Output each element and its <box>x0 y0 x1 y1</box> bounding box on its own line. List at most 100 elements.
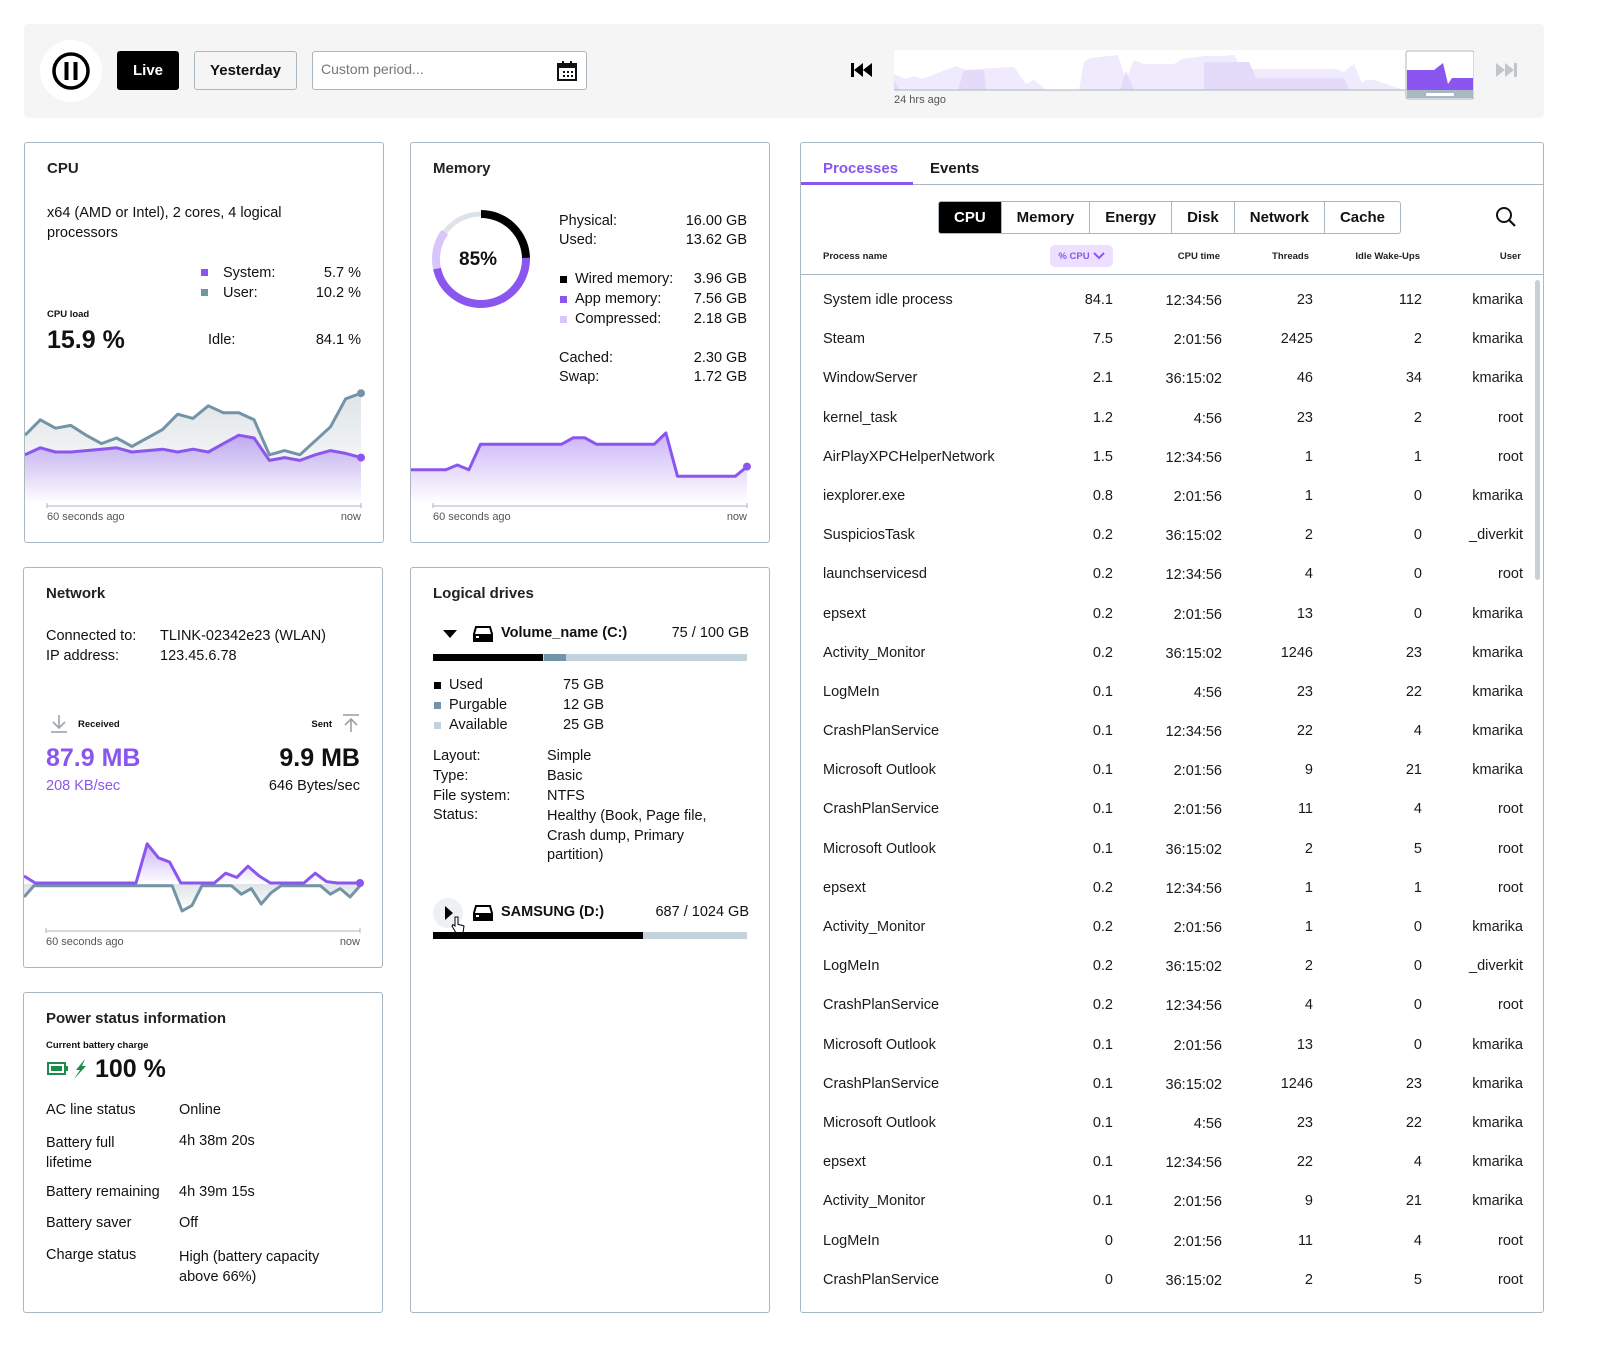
network-current-point <box>356 879 364 887</box>
table-row[interactable]: epsext 0.2 12:34:56 1 1 root <box>801 868 1531 907</box>
custom-period-input[interactable] <box>321 61 541 77</box>
process-table-scrollbar[interactable] <box>1535 280 1540 580</box>
table-row[interactable]: CrashPlanService 0.1 12:34:56 22 4 kmarika <box>801 711 1531 750</box>
table-row[interactable]: Microsoft Outlook 0.1 4:56 23 22 kmarika <box>801 1103 1531 1142</box>
column-header-threads[interactable]: Threads <box>1272 251 1309 262</box>
battery-charge-value: 100 % <box>95 1055 166 1083</box>
segment-cache[interactable]: Cache <box>1323 202 1400 233</box>
timeline-start-label: 24 hrs ago <box>894 94 946 106</box>
table-row[interactable]: LogMeIn 0.2 36:15:02 2 0 _diverkit <box>801 946 1531 985</box>
column-header-process-name[interactable]: Process name <box>823 251 887 262</box>
drive-c-header[interactable]: Volume_name (C:) 75 / 100 GB <box>433 624 749 646</box>
idle-wakeups-cell: 1 <box>1413 879 1422 896</box>
table-row[interactable]: Activity_Monitor 0.2 36:15:02 1246 23 kmarika <box>801 633 1531 672</box>
segment-energy[interactable]: Energy <box>1089 202 1171 233</box>
column-header-user[interactable]: User <box>1500 251 1521 262</box>
table-row[interactable]: Microsoft Outlook 0.1 2:01:56 9 21 kmarika <box>801 750 1531 789</box>
memory-chart <box>411 431 751 508</box>
table-row[interactable]: AirPlayXPCHelperNetwork 1.5 12:34:56 1 1 root <box>801 437 1531 476</box>
tab-processes[interactable]: Processes <box>823 160 898 177</box>
table-row[interactable]: Microsoft Outlook 0.1 2:01:56 13 0 kmarika <box>801 1025 1531 1064</box>
table-row[interactable]: Microsoft Outlook 0.1 36:15:02 2 5 root <box>801 829 1531 868</box>
drive-c-usage-bar <box>433 654 747 661</box>
user-label: User: <box>223 285 258 301</box>
segment-disk[interactable]: Disk <box>1171 202 1234 233</box>
table-row[interactable]: LogMeIn 0.1 4:56 23 22 kmarika <box>801 672 1531 711</box>
cpu-time-cell: 2:01:56 <box>1173 920 1222 936</box>
compressed-legend-swatch <box>560 316 567 323</box>
network-received-series-line <box>24 842 360 885</box>
yesterday-button[interactable]: Yesterday <box>194 51 297 90</box>
segment-cpu[interactable]: CPU <box>939 202 1001 233</box>
process-name-cell: Activity_Monitor <box>823 1193 926 1210</box>
threads-cell: 1 <box>1304 919 1313 935</box>
active-tab-indicator <box>801 182 913 185</box>
process-name-cell: AirPlayXPCHelperNetwork <box>823 448 995 465</box>
table-row[interactable]: LogMeIn 0 2:01:56 11 4 root <box>801 1221 1531 1260</box>
table-row[interactable]: CrashPlanService 0 36:15:02 2 5 root <box>801 1260 1531 1299</box>
table-row[interactable]: epsext 0.1 12:34:56 22 4 kmarika <box>801 1142 1531 1181</box>
process-name-cell: WindowServer <box>823 370 918 387</box>
drive-c-used-segment <box>433 654 543 661</box>
idle-wakeups-cell: 4 <box>1413 1232 1422 1249</box>
cpu-title: CPU <box>47 160 79 177</box>
physical-label: Physical: <box>559 213 618 229</box>
table-row[interactable]: epsext 0.2 2:01:56 13 0 kmarika <box>801 594 1531 633</box>
power-row-label: Battery full lifetime <box>46 1135 115 1171</box>
cached-value: 2.30 GB <box>693 350 747 366</box>
column-header-cpu-time[interactable]: CPU time <box>1178 251 1220 262</box>
status-label: Status: <box>433 807 479 823</box>
process-table-body: System idle process 84.1 12:34:56 23 112 kmar… <box>801 280 1531 1299</box>
cpu-time-cell: 2:01:56 <box>1173 1233 1222 1250</box>
cpu-time-cell: 12:34:56 <box>1165 724 1222 741</box>
segment-network[interactable]: Network <box>1233 202 1324 233</box>
cpu-time-cell: 2:01:56 <box>1173 1037 1222 1054</box>
table-row[interactable]: kernel_task 1.2 4:56 23 2 root <box>801 398 1531 437</box>
cpu-time-cell: 36:15:02 <box>1165 959 1222 976</box>
idle-wakeups-cell: 0 <box>1413 997 1422 1014</box>
table-row[interactable]: Steam 7.5 2:01:56 2425 2 kmarika <box>801 319 1531 358</box>
skip-to-start-icon[interactable] <box>850 61 874 79</box>
cpu-time-cell: 12:34:56 <box>1165 998 1222 1015</box>
table-row[interactable]: CrashPlanService 0.1 36:15:02 1246 23 kmarika <box>801 1064 1531 1103</box>
timeline-overview[interactable] <box>894 50 1474 100</box>
skip-to-end-icon[interactable] <box>1494 61 1518 79</box>
calendar-icon[interactable] <box>556 60 578 82</box>
table-row[interactable]: Activity_Monitor 0.1 2:01:56 9 21 kmarika <box>801 1181 1531 1220</box>
table-row[interactable]: launchservicesd 0.2 12:34:56 4 0 root <box>801 554 1531 593</box>
search-icon[interactable] <box>1495 206 1517 228</box>
collapse-chevron-icon[interactable] <box>443 630 457 639</box>
cpu-time-cell: 36:15:02 <box>1165 371 1222 388</box>
table-row[interactable]: iexplorer.exe 0.8 2:01:56 1 0 kmarika <box>801 476 1531 515</box>
cpu-percent-cell: 0.1 <box>1092 840 1113 857</box>
cpu-percent-cell: 0.1 <box>1092 1036 1113 1053</box>
cpu-time-cell: 2:01:56 <box>1173 802 1222 819</box>
table-row[interactable]: Activity_Monitor 0.2 2:01:56 1 0 kmarika <box>801 907 1531 946</box>
process-name-cell: Microsoft Outlook <box>823 762 936 779</box>
cpu-percent-cell: 0.8 <box>1092 487 1113 504</box>
type-value: Basic <box>547 768 583 784</box>
process-name-cell: LogMeIn <box>823 1232 880 1249</box>
live-button[interactable]: Live <box>117 51 179 90</box>
table-row[interactable]: CrashPlanService 0.2 12:34:56 4 0 root <box>801 985 1531 1024</box>
power-status-card: Power status information Current battery… <box>23 992 383 1313</box>
table-row[interactable]: System idle process 84.1 12:34:56 23 112 kmar… <box>801 280 1531 319</box>
table-row[interactable]: SuspiciosTask 0.2 36:15:02 2 0 _diverkit <box>801 515 1531 554</box>
drive-d-usage: 687 / 1024 GB <box>655 904 749 920</box>
type-label: Type: <box>433 768 469 784</box>
column-header-cpu-percent[interactable]: % CPU <box>1050 245 1113 267</box>
drive-d-usage-bar <box>433 932 747 939</box>
user-cell: root <box>1498 840 1523 857</box>
segment-memory[interactable]: Memory <box>1000 202 1090 233</box>
custom-period-field[interactable] <box>312 51 587 90</box>
table-row[interactable]: CrashPlanService 0.1 2:01:56 11 4 root <box>801 789 1531 828</box>
tab-events[interactable]: Events <box>930 160 979 177</box>
charging-bolt-icon <box>74 1059 86 1079</box>
swap-label: Swap: <box>559 369 600 385</box>
pause-button[interactable] <box>40 40 102 102</box>
table-row[interactable]: WindowServer 2.1 36:15:02 46 34 kmarika <box>801 358 1531 397</box>
idle-wakeups-cell: 1 <box>1413 448 1422 465</box>
column-header-idle-wakeups[interactable]: Idle Wake-Ups <box>1355 251 1420 262</box>
idle-wakeups-cell: 5 <box>1413 1271 1422 1288</box>
drive-d-header[interactable]: SAMSUNG (D:) 687 / 1024 GB <box>433 898 749 934</box>
